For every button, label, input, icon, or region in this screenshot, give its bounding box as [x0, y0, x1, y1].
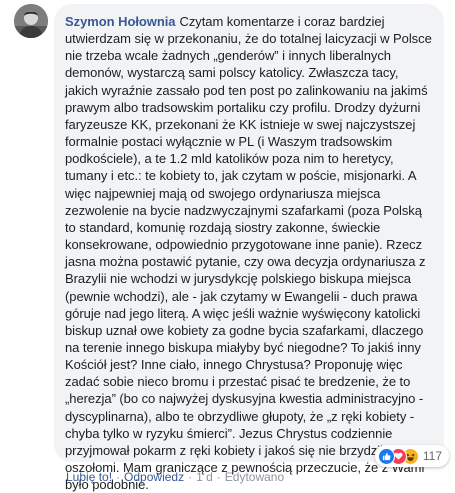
reply-button[interactable]: Odpowiedz	[124, 470, 184, 484]
separator-dot: ·	[216, 470, 221, 484]
separator-dot: ·	[116, 470, 121, 484]
comment-text: Czytam komentarze i coraz bardziej utwie…	[65, 14, 432, 493]
comment: Szymon Hołownia Czytam komentarze i coraz…	[0, 0, 455, 492]
edited-label[interactable]: Edytowano	[225, 470, 284, 484]
separator-dot: ·	[188, 470, 193, 484]
comment-bubble: Szymon Hołownia Czytam komentarze i coraz…	[54, 4, 444, 492]
avatar-photo-icon	[14, 4, 48, 38]
reactions-summary[interactable]: 117	[374, 445, 449, 467]
comment-timestamp[interactable]: 1 d	[196, 470, 213, 484]
comment-author-link[interactable]: Szymon Hołownia	[65, 14, 176, 29]
comment-actions: Lubię to! · Odpowiedz · 1 d · Edytowano	[66, 470, 284, 484]
like-icon	[377, 447, 395, 465]
avatar[interactable]	[14, 4, 48, 38]
like-button[interactable]: Lubię to!	[66, 470, 112, 484]
reaction-count: 117	[422, 449, 442, 463]
